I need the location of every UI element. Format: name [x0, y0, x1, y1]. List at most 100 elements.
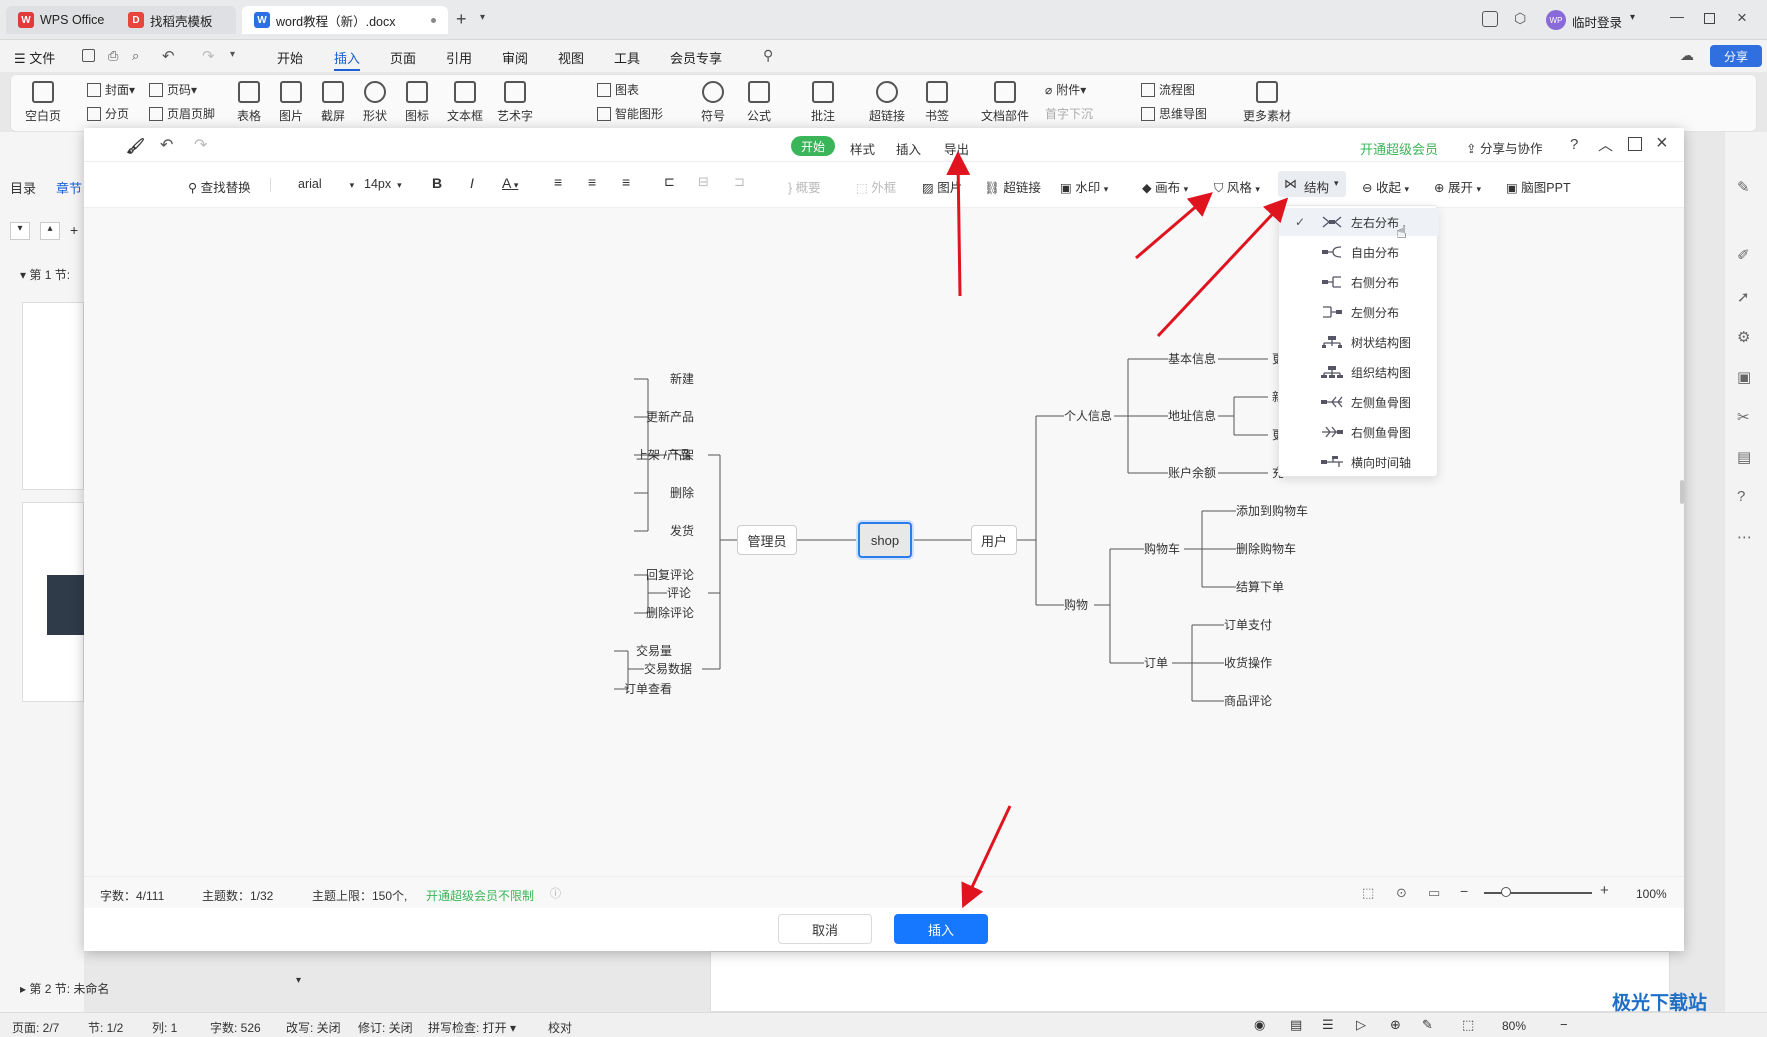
node-add-cart[interactable]: 添加到购物车: [1236, 504, 1308, 518]
tab-style[interactable]: 样式: [850, 139, 875, 158]
insert-button[interactable]: 插入: [894, 914, 988, 944]
cursor-icon[interactable]: ➚: [1737, 288, 1750, 306]
redo-icon[interactable]: ↷: [202, 47, 215, 65]
find-replace-button[interactable]: ⚲ 查找替换: [188, 177, 251, 196]
menu-references[interactable]: 引用: [446, 48, 472, 67]
mindmap-canvas[interactable]: shop 管理员 用户 产品 新建 更新产品 上架 / 下架 删除 发货 评论 …: [84, 208, 1684, 876]
image-button[interactable]: 图片: [279, 81, 303, 124]
layout-option-tree[interactable]: 树状结构图: [1279, 328, 1439, 356]
node-order-view[interactable]: 订单查看: [564, 682, 672, 696]
chevron-down-icon[interactable]: ▾: [230, 49, 235, 60]
canvas-scrollbar[interactable]: [1680, 480, 1684, 504]
settings-icon[interactable]: ⚙: [1737, 328, 1750, 346]
page-thumbnail[interactable]: [22, 502, 85, 702]
menu-home[interactable]: 开始: [277, 48, 303, 67]
menu-insert[interactable]: 插入: [334, 48, 360, 67]
table-button[interactable]: 表格: [237, 81, 261, 124]
document-page[interactable]: [710, 951, 1670, 1012]
share-button[interactable]: 分享: [1710, 45, 1762, 67]
chart-button[interactable]: 图表: [597, 81, 639, 98]
section-1-label[interactable]: ▾ 第 1 节:: [20, 266, 70, 283]
collapse-all-icon[interactable]: ▾: [10, 222, 30, 240]
cancel-button[interactable]: 取消: [778, 914, 872, 944]
node-account-balance[interactable]: 账户余额: [1168, 466, 1216, 480]
align-center-icon[interactable]: ≡: [588, 174, 596, 190]
expand-button[interactable]: ⊕ 展开 ▾: [1434, 177, 1481, 196]
node-reply-comment[interactable]: 回复评论: [586, 568, 694, 582]
tab-toc[interactable]: 目录: [10, 178, 36, 197]
status-words[interactable]: 字数: 526: [210, 1019, 261, 1036]
watermark-button[interactable]: ▣ 水印 ▾: [1060, 177, 1108, 196]
book-icon[interactable]: ▤: [1737, 448, 1751, 466]
more-assets-button[interactable]: 更多素材: [1243, 81, 1291, 124]
bookmark-button[interactable]: 书签: [925, 81, 949, 124]
maximize-icon[interactable]: [1704, 13, 1715, 24]
fit-icon[interactable]: ⬚: [1462, 1017, 1474, 1033]
admin-node[interactable]: 管理员: [737, 525, 797, 555]
node-update-product[interactable]: 更新产品: [586, 410, 694, 424]
zoom-out-icon[interactable]: −: [1560, 1017, 1568, 1032]
layout-option-left-right[interactable]: ✓ 左右分布: [1279, 208, 1439, 236]
tab-document[interactable]: W word教程（新）.docx: [242, 6, 448, 34]
print-icon[interactable]: ⎙: [108, 48, 118, 64]
vip-unlimited-link[interactable]: 开通超级会员不限制: [426, 887, 534, 904]
italic-icon[interactable]: I: [470, 175, 474, 191]
node-volume[interactable]: 交易量: [564, 644, 672, 658]
image-button[interactable]: ▨ 图片: [922, 177, 962, 196]
user-node[interactable]: 用户: [971, 525, 1017, 555]
status-proof[interactable]: 校对: [548, 1019, 572, 1036]
layout-icon[interactable]: [1482, 11, 1498, 27]
outline-view-icon[interactable]: ☰: [1322, 1017, 1334, 1033]
redo-icon[interactable]: ↷: [194, 135, 207, 155]
node-product-review[interactable]: 商品评论: [1224, 694, 1272, 708]
search-icon[interactable]: ⚲: [763, 47, 773, 64]
status-page[interactable]: 页面: 2/7: [12, 1019, 59, 1036]
node-cart[interactable]: 购物车: [1144, 542, 1180, 556]
layout-option-left-fishbone[interactable]: 左侧鱼骨图: [1279, 388, 1439, 416]
layout-option-timeline[interactable]: 横向时间轴: [1279, 448, 1439, 476]
node-shopping[interactable]: 购物: [1064, 598, 1088, 612]
node-receive[interactable]: 收货操作: [1224, 656, 1272, 670]
node-remove-cart[interactable]: 删除购物车: [1236, 542, 1296, 556]
window-icon[interactable]: [1628, 137, 1642, 151]
canvas-button[interactable]: ◆ 画布 ▾: [1142, 177, 1188, 196]
align-right-icon[interactable]: ≡: [622, 174, 630, 190]
zoom-in-icon[interactable]: +: [1600, 882, 1609, 899]
add-child-icon[interactable]: ⊏: [664, 174, 675, 190]
format-painter-icon[interactable]: 🖌: [126, 137, 145, 155]
expand-icon[interactable]: ▴: [40, 222, 60, 240]
flowchart-button[interactable]: 流程图: [1141, 81, 1195, 98]
root-node[interactable]: shop: [858, 522, 912, 558]
blank-page-button[interactable]: 空白页: [25, 81, 61, 124]
play-icon[interactable]: ▷: [1356, 1017, 1366, 1033]
help-icon[interactable]: ?: [1737, 488, 1745, 505]
avatar[interactable]: WP: [1546, 10, 1566, 30]
help-icon[interactable]: ?: [1570, 136, 1578, 153]
shape-button[interactable]: 形状: [363, 81, 387, 124]
add-section-icon[interactable]: +: [70, 222, 78, 238]
menu-review[interactable]: 审阅: [502, 48, 528, 67]
minimize-icon[interactable]: —: [1670, 8, 1684, 24]
layout-option-free[interactable]: 自由分布: [1279, 238, 1439, 266]
tab-export[interactable]: 导出: [944, 139, 969, 158]
node-basic-info[interactable]: 基本信息: [1168, 352, 1216, 366]
menu-vip[interactable]: 会员专享: [670, 48, 722, 67]
node-comments[interactable]: 评论: [667, 586, 691, 600]
smart-graphic-button[interactable]: 智能图形: [597, 105, 663, 122]
tools-icon[interactable]: ✂: [1737, 408, 1750, 426]
status-track[interactable]: 修订: 关闭: [358, 1019, 413, 1036]
web-view-icon[interactable]: ⊕: [1390, 1017, 1401, 1033]
zoom-out-icon[interactable]: −: [1460, 883, 1468, 899]
add-sibling-icon[interactable]: ⊟: [698, 174, 709, 190]
select-icon[interactable]: ⬚: [1362, 885, 1374, 901]
pen-view-icon[interactable]: ✎: [1422, 1017, 1433, 1033]
node-create[interactable]: 新建: [586, 372, 694, 386]
font-size-select[interactable]: 14px ▾: [364, 177, 402, 191]
menu-view[interactable]: 视图: [558, 48, 584, 67]
pen-icon[interactable]: ✎: [1737, 178, 1750, 196]
status-column[interactable]: 列: 1: [152, 1019, 177, 1036]
mindmap-button[interactable]: 思维导图: [1141, 105, 1207, 122]
font-color-icon[interactable]: A ▾: [502, 175, 518, 191]
wordart-button[interactable]: 艺术字: [497, 81, 533, 124]
preview-icon[interactable]: ⌕: [132, 48, 139, 64]
